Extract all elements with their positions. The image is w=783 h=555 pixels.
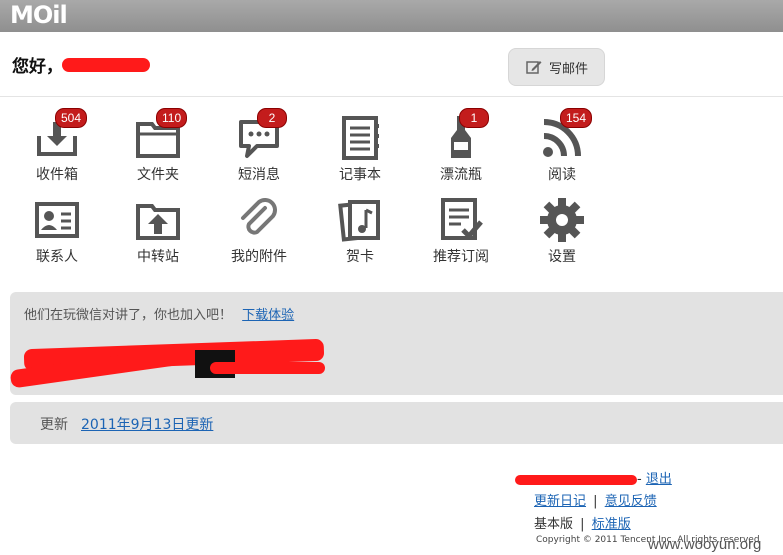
dash-separator: - — [637, 472, 642, 487]
subscription-icon — [441, 198, 483, 240]
top-bar: MOil — [0, 0, 783, 32]
separator: | — [593, 494, 598, 509]
promo-text: 他们在玩微信对讲了，你也加入吧！ — [24, 308, 233, 323]
header: 您好， 写邮件 — [0, 32, 783, 97]
app-inbox[interactable]: 504 收件箱 — [12, 108, 102, 184]
app-cards[interactable]: 贺卡 — [315, 196, 405, 266]
changelog-link[interactable]: 更新日记 — [534, 494, 586, 509]
app-label: 贺卡 — [346, 249, 374, 265]
redacted-account — [515, 474, 637, 485]
footer-logout-row: - 退出 — [515, 468, 672, 487]
inbox-badge: 504 — [55, 108, 88, 128]
compose-label: 写邮件 — [548, 61, 588, 77]
standard-version-link[interactable]: 标准版 — [592, 517, 631, 532]
compose-button[interactable]: 写邮件 — [508, 48, 605, 86]
footer: - 退出 更新日记 | 意见反馈 基本版 | 标准版 Copyright © 2… — [0, 460, 783, 555]
pencil-icon — [526, 61, 542, 74]
app-label: 联系人 — [36, 249, 78, 265]
app-label: 短消息 — [238, 167, 280, 183]
reader-badge: 154 — [560, 108, 593, 128]
app-settings[interactable]: 设置 — [517, 196, 607, 266]
app-attachments[interactable]: 我的附件 — [214, 196, 304, 266]
app-bottle[interactable]: 1 漂流瓶 — [416, 108, 506, 184]
app-subscriptions[interactable]: 推荐订阅 — [416, 196, 506, 266]
footer-version-row: 基本版 | 标准版 — [534, 513, 631, 532]
promo-text-row: 他们在玩微信对讲了，你也加入吧！ 下载体验 — [24, 304, 294, 323]
update-panel: 更新 2011年9月13日更新 — [10, 402, 783, 444]
logout-link[interactable]: 退出 — [646, 472, 672, 487]
folders-badge: 110 — [156, 108, 188, 128]
app-label: 阅读 — [548, 167, 576, 183]
greeting-card-icon — [338, 200, 380, 242]
bottle-badge: 1 — [459, 108, 489, 128]
update-link[interactable]: 2011年9月13日更新 — [81, 414, 213, 434]
contact-card-icon — [35, 202, 79, 238]
app-label: 漂流瓶 — [440, 167, 482, 183]
paperclip-icon — [241, 198, 277, 235]
app-reader[interactable]: 154 阅读 — [517, 108, 607, 184]
update-label: 更新 — [40, 417, 68, 433]
feedback-link[interactable]: 意见反馈 — [605, 494, 657, 509]
watermark-text: www.wooyun.org — [648, 536, 762, 553]
footer-links-row: 更新日记 | 意见反馈 — [534, 490, 657, 509]
app-notes[interactable]: 记事本 — [315, 114, 405, 184]
app-label: 设置 — [548, 249, 576, 265]
notebook-icon — [342, 116, 379, 160]
upload-folder-icon — [136, 204, 180, 240]
redacted-username — [62, 58, 150, 72]
app-label: 我的附件 — [231, 249, 287, 265]
separator: | — [580, 517, 585, 532]
redacted-content — [210, 362, 325, 374]
sms-badge: 2 — [257, 108, 287, 128]
app-contacts[interactable]: 联系人 — [12, 196, 102, 266]
app-transfer[interactable]: 中转站 — [113, 196, 203, 266]
app-label: 记事本 — [339, 167, 381, 183]
gear-icon — [540, 198, 584, 242]
app-folders[interactable]: 110 文件夹 — [113, 108, 203, 184]
download-link[interactable]: 下载体验 — [242, 308, 294, 323]
basic-version: 基本版 — [534, 517, 574, 532]
greeting-text: 您好， — [12, 57, 63, 77]
app-sms[interactable]: 2 短消息 — [214, 108, 304, 184]
app-label: 文件夹 — [137, 167, 179, 183]
app-label: 推荐订阅 — [433, 249, 489, 265]
mail-logo[interactable]: MOil — [10, 2, 68, 28]
promo-panel: 他们在玩微信对讲了，你也加入吧！ 下载体验 — [9, 292, 783, 395]
app-label: 中转站 — [137, 249, 179, 265]
app-label: 收件箱 — [36, 167, 78, 183]
